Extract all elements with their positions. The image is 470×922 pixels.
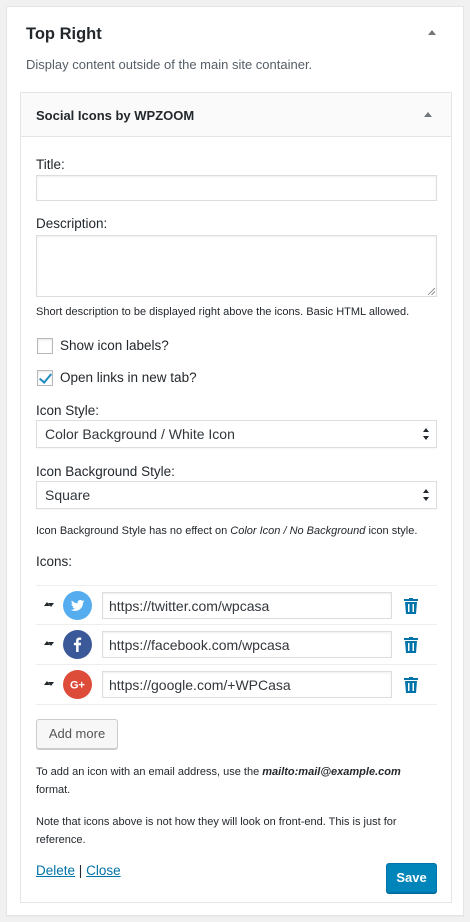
close-link[interactable]: Close xyxy=(86,863,121,878)
title-input[interactable] xyxy=(36,175,437,201)
actions-separator: | xyxy=(78,863,83,878)
description-wrapper xyxy=(36,235,437,297)
widget-title: Social Icons by WPZOOM xyxy=(36,108,195,123)
description-label: Description: xyxy=(36,216,108,231)
select-arrows-icon xyxy=(423,428,430,440)
bg-style-note: Icon Background Style has no effect on C… xyxy=(36,522,417,540)
select-arrows-icon xyxy=(423,489,430,501)
sidebar-title: Top Right xyxy=(26,25,102,43)
title-label: Title: xyxy=(36,157,65,172)
icon-style-label: Icon Style: xyxy=(36,403,100,418)
twitter-icon xyxy=(63,591,92,620)
sidebar-top-right: Top Right Display content outside of the… xyxy=(6,6,464,916)
description-textarea[interactable] xyxy=(36,235,437,297)
sort-handle-icon[interactable] xyxy=(44,680,54,690)
resize-grip-icon[interactable] xyxy=(428,288,435,295)
widget-actions: Delete | Close xyxy=(36,863,121,878)
google-plus-icon: G+ xyxy=(63,670,92,699)
open-new-tab-label[interactable]: Open links in new tab? xyxy=(60,370,197,385)
icons-label: Icons: xyxy=(36,554,73,569)
icon-style-select[interactable]: Color Background / White Icon xyxy=(36,420,437,448)
add-more-button[interactable]: Add more xyxy=(36,719,118,749)
icon-row-google-plus: G+ xyxy=(36,665,437,705)
sort-handle-icon[interactable] xyxy=(44,601,54,611)
bg-note-emphasis: Color Icon / No Background xyxy=(230,525,366,537)
widget-collapse-arrow-icon[interactable] xyxy=(424,112,432,117)
icon-url-input[interactable] xyxy=(102,592,392,619)
sort-handle-icon[interactable] xyxy=(44,640,54,650)
email-note: To add an icon with an email address, us… xyxy=(36,763,436,799)
icon-row-facebook xyxy=(36,625,437,665)
trash-icon[interactable] xyxy=(404,677,418,693)
sidebar-description: Display content outside of the main site… xyxy=(26,57,313,72)
icon-row-twitter xyxy=(36,585,437,625)
collapse-arrow-icon[interactable] xyxy=(428,30,436,35)
show-labels-label[interactable]: Show icon labels? xyxy=(60,338,169,353)
delete-link[interactable]: Delete xyxy=(36,863,75,878)
svg-text:G+: G+ xyxy=(70,680,85,692)
trash-icon[interactable] xyxy=(404,598,418,614)
email-note-text: To add an icon with an email address, us… xyxy=(36,766,263,778)
social-icons-widget: Social Icons by WPZOOM Title: Descriptio… xyxy=(20,92,452,903)
email-note-text-end: format. xyxy=(36,784,71,796)
bg-note-text: Icon Background Style has no effect on xyxy=(36,525,231,537)
widget-header[interactable]: Social Icons by WPZOOM xyxy=(21,93,451,137)
save-button[interactable]: Save xyxy=(386,863,437,893)
icon-url-input[interactable] xyxy=(102,671,392,698)
icon-bg-style-select[interactable]: Square xyxy=(36,481,437,509)
icon-bg-style-label: Icon Background Style: xyxy=(36,464,175,479)
description-help: Short description to be displayed right … xyxy=(36,306,410,318)
icon-bg-style-value: Square xyxy=(45,487,91,503)
show-labels-checkbox[interactable] xyxy=(37,338,53,354)
trash-icon[interactable] xyxy=(404,637,418,653)
email-note-code: mailto:mail@example.com xyxy=(262,766,401,778)
frontend-note: Note that icons above is not how they wi… xyxy=(36,816,397,846)
sidebar-header[interactable]: Top Right xyxy=(7,7,463,55)
bg-note-text-end: icon style. xyxy=(365,525,418,537)
icon-style-value: Color Background / White Icon xyxy=(45,426,235,442)
open-new-tab-checkbox[interactable] xyxy=(37,370,53,386)
facebook-icon xyxy=(63,630,92,659)
icon-url-input[interactable] xyxy=(102,631,392,658)
